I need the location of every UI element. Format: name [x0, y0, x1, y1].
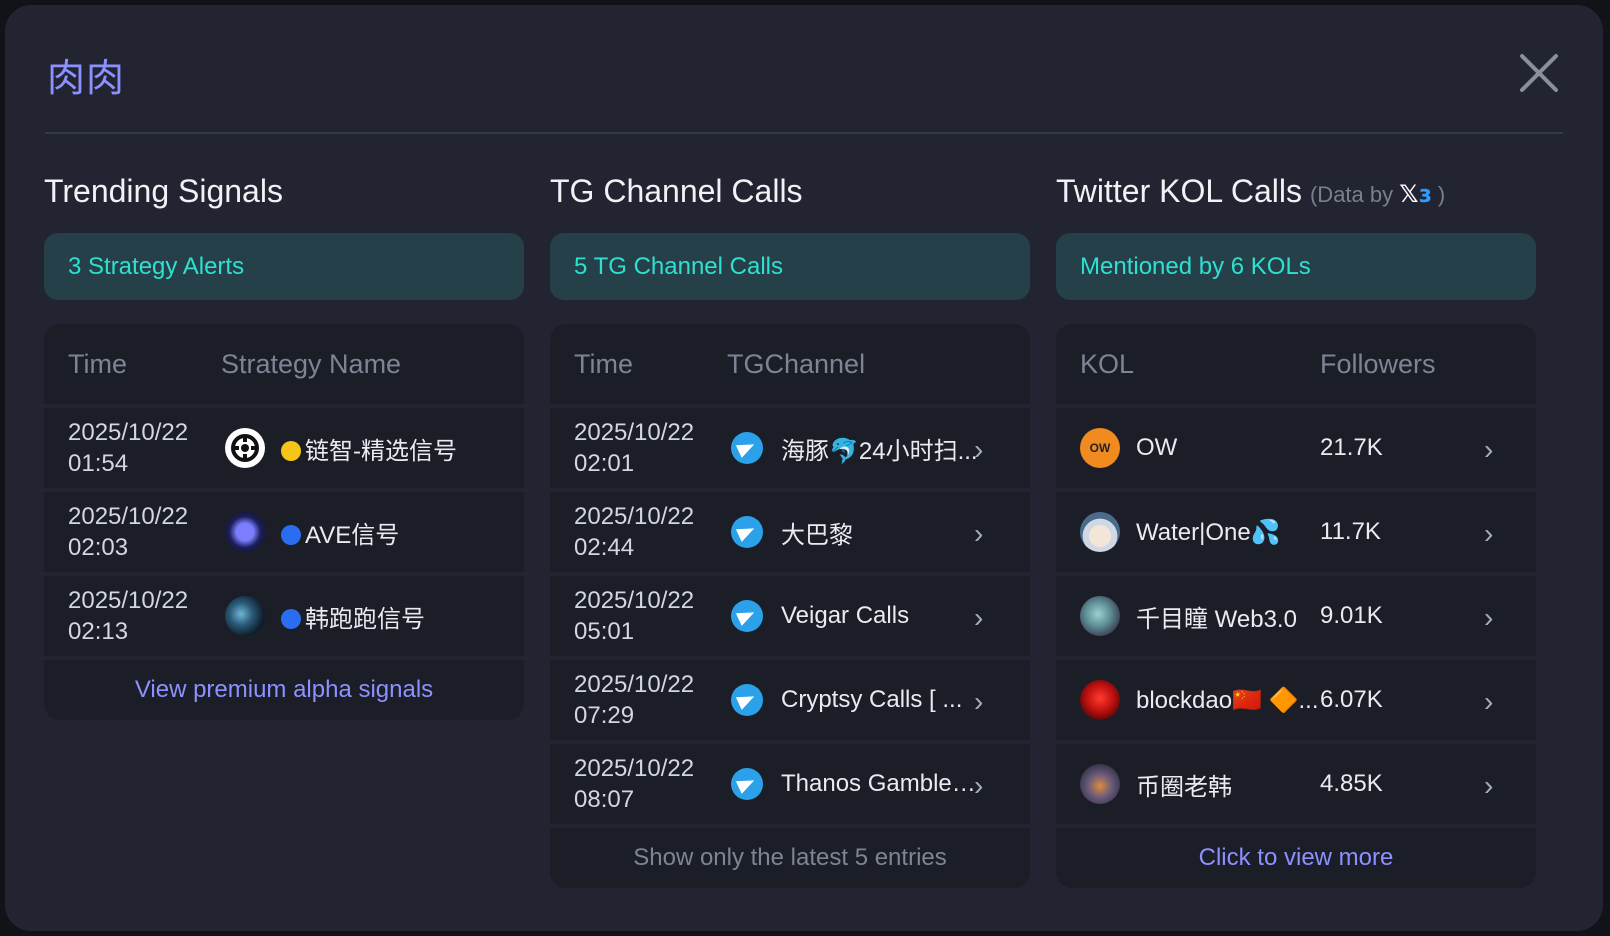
- kol-avatar: OW: [1080, 428, 1120, 468]
- strategy-name: AVE信号: [281, 515, 399, 550]
- row-time: 2025/10/22 02:01: [574, 419, 695, 477]
- row-time: 2025/10/22 02:44: [574, 503, 695, 561]
- table-header: Time Strategy Name: [44, 324, 524, 404]
- chevron-right-icon[interactable]: ›: [974, 686, 983, 718]
- strategy-name: 韩跑跑信号: [281, 599, 425, 634]
- token-info-modal: 肉肉 Trending Signals 3 Strategy Alerts Ti…: [5, 5, 1603, 931]
- divider: [45, 132, 1563, 134]
- strategy-avatar-icon: [225, 596, 265, 636]
- trending-signals-heading: Trending Signals: [44, 173, 283, 209]
- strategy-alerts-badge: 3 Strategy Alerts: [44, 233, 524, 300]
- telegram-icon: [731, 600, 763, 632]
- table-row[interactable]: blockdao🇨🇳 🔶... 6.07K ›: [1056, 656, 1536, 740]
- twitter-kol-calls-panel: Twitter KOL Calls (Data by 𝕏ɜ ) Mentione…: [1056, 173, 1536, 888]
- premium-signals-footer: View premium alpha signals: [44, 656, 524, 720]
- kol-followers: 21.7K: [1320, 434, 1383, 461]
- chevron-right-icon[interactable]: ›: [1484, 770, 1493, 802]
- table-row[interactable]: 2025/10/22 02:13 韩跑跑信号: [44, 572, 524, 656]
- view-more-link[interactable]: Click to view more: [1199, 844, 1394, 872]
- table-row[interactable]: 千目瞳 Web3.0 9.01K ›: [1056, 572, 1536, 656]
- strategy-logo-icon: [225, 428, 265, 468]
- row-time: 2025/10/22 02:03: [68, 503, 189, 561]
- yellow-dot-icon: [281, 440, 301, 461]
- chevron-right-icon[interactable]: ›: [974, 434, 983, 466]
- kol-avatar: [1080, 764, 1120, 804]
- table-row[interactable]: OW OW 21.7K ›: [1056, 404, 1536, 488]
- row-time: 2025/10/22 02:13: [68, 587, 189, 645]
- telegram-icon: [731, 432, 763, 464]
- col-header-followers: Followers: [1320, 348, 1436, 379]
- table-row[interactable]: 币圈老韩 4.85K ›: [1056, 740, 1536, 824]
- kol-followers: 6.07K: [1320, 686, 1383, 713]
- kol-name: Water|One💦: [1136, 518, 1281, 546]
- col-header-time: Time: [574, 348, 633, 379]
- table-header: Time TGChannel: [550, 324, 1030, 404]
- kol-avatar: [1080, 512, 1120, 552]
- channel-name: Cryptsy Calls [ ...: [781, 686, 963, 713]
- modal-title: 肉肉: [47, 56, 126, 100]
- col-header-strategy: Strategy Name: [221, 348, 402, 379]
- tg-channel-calls-panel: TG Channel Calls 5 TG Channel Calls Time…: [550, 173, 1030, 888]
- kol-followers: 11.7K: [1320, 518, 1381, 545]
- twitter-kol-calls-heading: Twitter KOL Calls (Data by 𝕏ɜ ): [1056, 173, 1536, 221]
- table-row[interactable]: 2025/10/22 02:01 海豚🐬24小时扫... ›: [550, 404, 1030, 488]
- col-header-time: Time: [68, 348, 127, 379]
- twitter-kol-title: Twitter KOL Calls: [1056, 173, 1302, 209]
- kol-name: OW: [1136, 434, 1178, 461]
- telegram-icon: [731, 768, 763, 800]
- table-row[interactable]: 2025/10/22 05:01 Veigar Calls ›: [550, 572, 1030, 656]
- kol-mentions-badge: Mentioned by 6 KOLs: [1056, 233, 1536, 300]
- telegram-icon: [731, 516, 763, 548]
- trending-signals-panel: Trending Signals 3 Strategy Alerts Time …: [44, 173, 524, 720]
- tg-footer: Show only the latest 5 entries: [550, 824, 1030, 888]
- ave-logo-icon: [225, 512, 265, 552]
- table-row[interactable]: 2025/10/22 02:03 AVE信号: [44, 488, 524, 572]
- chevron-right-icon[interactable]: ›: [974, 770, 983, 802]
- strategy-name: 链智-精选信号: [281, 431, 457, 466]
- latest-entries-note: Show only the latest 5 entries: [633, 844, 947, 871]
- row-time: 2025/10/22 08:07: [574, 755, 695, 813]
- telegram-icon: [731, 684, 763, 716]
- col-header-tgchannel: TGChannel: [727, 348, 866, 379]
- kol-name: 币圈老韩: [1136, 773, 1232, 801]
- kol-name: 千目瞳 Web3.0: [1136, 605, 1297, 633]
- kol-followers: 4.85K: [1320, 770, 1383, 797]
- channel-name: 海豚🐬24小时扫...: [781, 437, 978, 465]
- table-row[interactable]: 2025/10/22 08:07 Thanos Gambles ? ›: [550, 740, 1030, 824]
- kol-followers: 9.01K: [1320, 602, 1383, 629]
- kol-table: KOL Followers OW OW 21.7K › Water|One💦 1…: [1056, 324, 1536, 888]
- chevron-right-icon[interactable]: ›: [1484, 602, 1493, 634]
- channel-name: Veigar Calls: [781, 602, 910, 629]
- table-row[interactable]: 2025/10/22 02:44 大巴黎 ›: [550, 488, 1030, 572]
- chevron-right-icon[interactable]: ›: [1484, 686, 1493, 718]
- channel-name: Thanos Gambles ?: [781, 770, 981, 797]
- chevron-right-icon[interactable]: ›: [1484, 518, 1493, 550]
- chevron-right-icon[interactable]: ›: [1484, 434, 1493, 466]
- x3-logo-icon: 𝕏ɜ: [1399, 180, 1432, 208]
- table-header: KOL Followers: [1056, 324, 1536, 404]
- table-row[interactable]: Water|One💦 11.7K ›: [1056, 488, 1536, 572]
- strategy-table: Time Strategy Name 2025/10/22 01:54 链智-精选…: [44, 324, 524, 720]
- blue-dot-icon: [281, 524, 301, 545]
- kol-avatar: [1080, 680, 1120, 720]
- col-header-kol: KOL: [1080, 348, 1135, 379]
- chevron-right-icon[interactable]: ›: [974, 518, 983, 550]
- kol-footer: Click to view more: [1056, 824, 1536, 888]
- table-row[interactable]: 2025/10/22 07:29 Cryptsy Calls [ ... ›: [550, 656, 1030, 740]
- tg-table: Time TGChannel 2025/10/22 02:01 海豚🐬24小时扫.…: [550, 324, 1030, 888]
- tg-channel-calls-heading: TG Channel Calls: [550, 173, 803, 209]
- kol-name: blockdao🇨🇳 🔶...: [1136, 686, 1319, 714]
- view-premium-signals-link[interactable]: View premium alpha signals: [135, 676, 433, 704]
- data-by-note: (Data by 𝕏ɜ ): [1309, 180, 1446, 208]
- chevron-right-icon[interactable]: ›: [974, 602, 983, 634]
- table-row[interactable]: 2025/10/22 01:54 链智-精选信号: [44, 404, 524, 488]
- blue-dot-icon: [281, 608, 301, 629]
- row-time: 2025/10/22 05:01: [574, 587, 695, 645]
- row-time: 2025/10/22 07:29: [574, 671, 695, 729]
- channel-name: 大巴黎: [781, 521, 853, 549]
- row-time: 2025/10/22 01:54: [68, 419, 189, 477]
- kol-avatar: [1080, 596, 1120, 636]
- tg-calls-badge: 5 TG Channel Calls: [550, 233, 1030, 300]
- close-icon[interactable]: [1517, 51, 1561, 95]
